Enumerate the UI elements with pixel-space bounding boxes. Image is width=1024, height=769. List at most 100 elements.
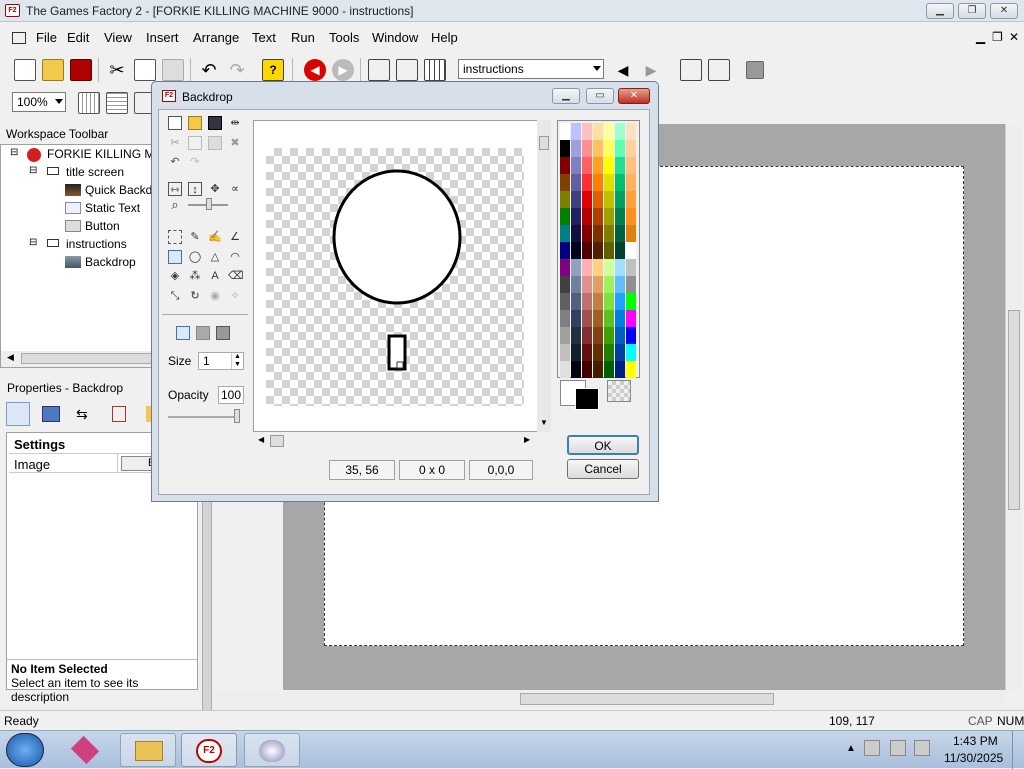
palette-color-swatch[interactable] [615, 276, 625, 293]
display-tab-icon[interactable] [42, 406, 60, 422]
tree-item-title-screen[interactable]: title screen [66, 165, 124, 179]
palette-color-swatch[interactable] [626, 225, 636, 242]
palette-color-swatch[interactable] [582, 344, 592, 361]
palette-color-swatch[interactable] [615, 123, 625, 140]
color-picker-icon[interactable]: ✎ [188, 230, 202, 244]
rotate-tool-icon[interactable]: ↻ [188, 289, 202, 303]
tree-item-static-text[interactable]: Static Text [85, 201, 140, 215]
palette-color-swatch[interactable] [626, 344, 636, 361]
redo-icon[interactable]: ↷ [226, 59, 248, 81]
palette-color-swatch[interactable] [626, 174, 636, 191]
palette-color-swatch[interactable] [593, 327, 603, 344]
event-editor-icon[interactable] [424, 59, 446, 81]
palette-color-swatch[interactable] [615, 191, 625, 208]
snap-icon[interactable] [106, 92, 128, 114]
palette-color-swatch[interactable] [593, 242, 603, 259]
palette-color-swatch[interactable] [626, 123, 636, 140]
help-icon[interactable]: ? [262, 59, 284, 81]
palette-color-swatch[interactable] [560, 242, 570, 259]
palette-color-swatch[interactable] [615, 225, 625, 242]
palette-color-swatch[interactable] [593, 157, 603, 174]
mdi-close-icon[interactable]: ✕ [1009, 30, 1019, 44]
cut-tool-icon[interactable]: ✂ [168, 136, 182, 150]
brush-icon[interactable]: ✍ [208, 230, 222, 244]
canvas-vscrollbar[interactable]: ▼ [537, 120, 551, 432]
palette-color-swatch[interactable] [604, 123, 614, 140]
frame-editor-icon[interactable] [396, 59, 418, 81]
palette-color-swatch[interactable] [571, 242, 581, 259]
palette-color-swatch[interactable] [560, 191, 570, 208]
palette-color-swatch[interactable] [560, 208, 570, 225]
collapse-icon[interactable]: ⊟ [29, 165, 37, 176]
palette-color-swatch[interactable] [604, 259, 614, 276]
palette-color-swatch[interactable] [582, 225, 592, 242]
palette-color-swatch[interactable] [626, 208, 636, 225]
palette-color-swatch[interactable] [571, 208, 581, 225]
palette-color-swatch[interactable] [626, 293, 636, 310]
open-icon[interactable] [42, 59, 64, 81]
palette-color-swatch[interactable] [571, 140, 581, 157]
redo-tool-icon[interactable]: ↷ [188, 155, 202, 169]
editor-vscrollbar[interactable] [1005, 124, 1022, 690]
palette-color-swatch[interactable] [582, 361, 592, 378]
delete-tool-icon[interactable]: ✖ [228, 136, 242, 150]
paste-tool-icon[interactable] [208, 136, 222, 150]
menu-help[interactable]: Help [431, 30, 458, 45]
palette-color-swatch[interactable] [626, 157, 636, 174]
spray-tool-icon[interactable]: ⁂ [188, 269, 202, 283]
palette-color-swatch[interactable] [582, 310, 592, 327]
palette-color-swatch[interactable] [593, 123, 603, 140]
canvas-hscrollbar[interactable]: ◀ ▶ [256, 434, 536, 448]
palette-color-swatch[interactable] [626, 191, 636, 208]
fill-tool-icon[interactable]: ◈ [168, 269, 182, 283]
selection-tool-icon[interactable] [168, 230, 182, 244]
ok-button[interactable]: OK [567, 435, 639, 455]
menu-file[interactable]: File [36, 30, 57, 45]
flip-vertical-icon[interactable]: ↕ [188, 182, 202, 196]
palette-color-swatch[interactable] [582, 293, 592, 310]
palette-color-swatch[interactable] [615, 242, 625, 259]
settings-tab-icon[interactable] [6, 402, 30, 426]
polygon-tool-icon[interactable]: △ [208, 250, 222, 264]
frame-select[interactable]: instructions [458, 59, 604, 79]
transparency-icon[interactable]: ∝ [228, 182, 242, 196]
taskbar-explorer[interactable] [120, 733, 176, 767]
palette-color-swatch[interactable] [604, 361, 614, 378]
palette-color-swatch[interactable] [626, 327, 636, 344]
image-surface[interactable] [266, 148, 524, 406]
mdi-restore-icon[interactable]: ❐ [992, 30, 1003, 44]
palette-color-swatch[interactable] [582, 140, 592, 157]
palette-color-swatch[interactable] [593, 208, 603, 225]
mdi-minimize-icon[interactable]: ▁ [976, 30, 985, 44]
network-icon[interactable] [890, 740, 906, 756]
palette-color-swatch[interactable] [615, 140, 625, 157]
show-desktop-button[interactable] [1012, 731, 1024, 769]
palette-color-swatch[interactable] [593, 259, 603, 276]
tree-item-game[interactable]: FORKIE KILLING MA [47, 147, 162, 161]
collapse-icon[interactable]: ⊟ [10, 147, 18, 158]
tree-item-instructions[interactable]: instructions [66, 237, 127, 251]
palette-color-swatch[interactable] [626, 310, 636, 327]
menu-tools[interactable]: Tools [329, 30, 359, 45]
palette-color-swatch[interactable] [593, 310, 603, 327]
palette-color-swatch[interactable] [582, 327, 592, 344]
position-tab-icon[interactable]: ⇆ [76, 406, 94, 422]
zoom-select[interactable]: 100% [12, 92, 66, 112]
opacity-slider-thumb[interactable] [234, 409, 240, 423]
dialog-maximize-button[interactable]: ▭ [586, 88, 614, 104]
palette-color-swatch[interactable] [571, 225, 581, 242]
copy-tool-icon[interactable] [188, 136, 202, 150]
palette-color-swatch[interactable] [582, 242, 592, 259]
cut-icon[interactable]: ✂ [106, 59, 128, 81]
palette-color-swatch[interactable] [604, 276, 614, 293]
palette-color-swatch[interactable] [582, 157, 592, 174]
palette-color-swatch[interactable] [571, 157, 581, 174]
palette-color-swatch[interactable] [604, 208, 614, 225]
eye-tool-icon[interactable]: ◉ [208, 289, 222, 303]
new-image-icon[interactable] [168, 116, 182, 130]
palette-color-swatch[interactable] [593, 191, 603, 208]
palette-color-swatch[interactable] [560, 344, 570, 361]
storyboard-editor-icon[interactable] [368, 59, 390, 81]
copy-icon[interactable] [134, 59, 156, 81]
palette-color-swatch[interactable] [604, 327, 614, 344]
